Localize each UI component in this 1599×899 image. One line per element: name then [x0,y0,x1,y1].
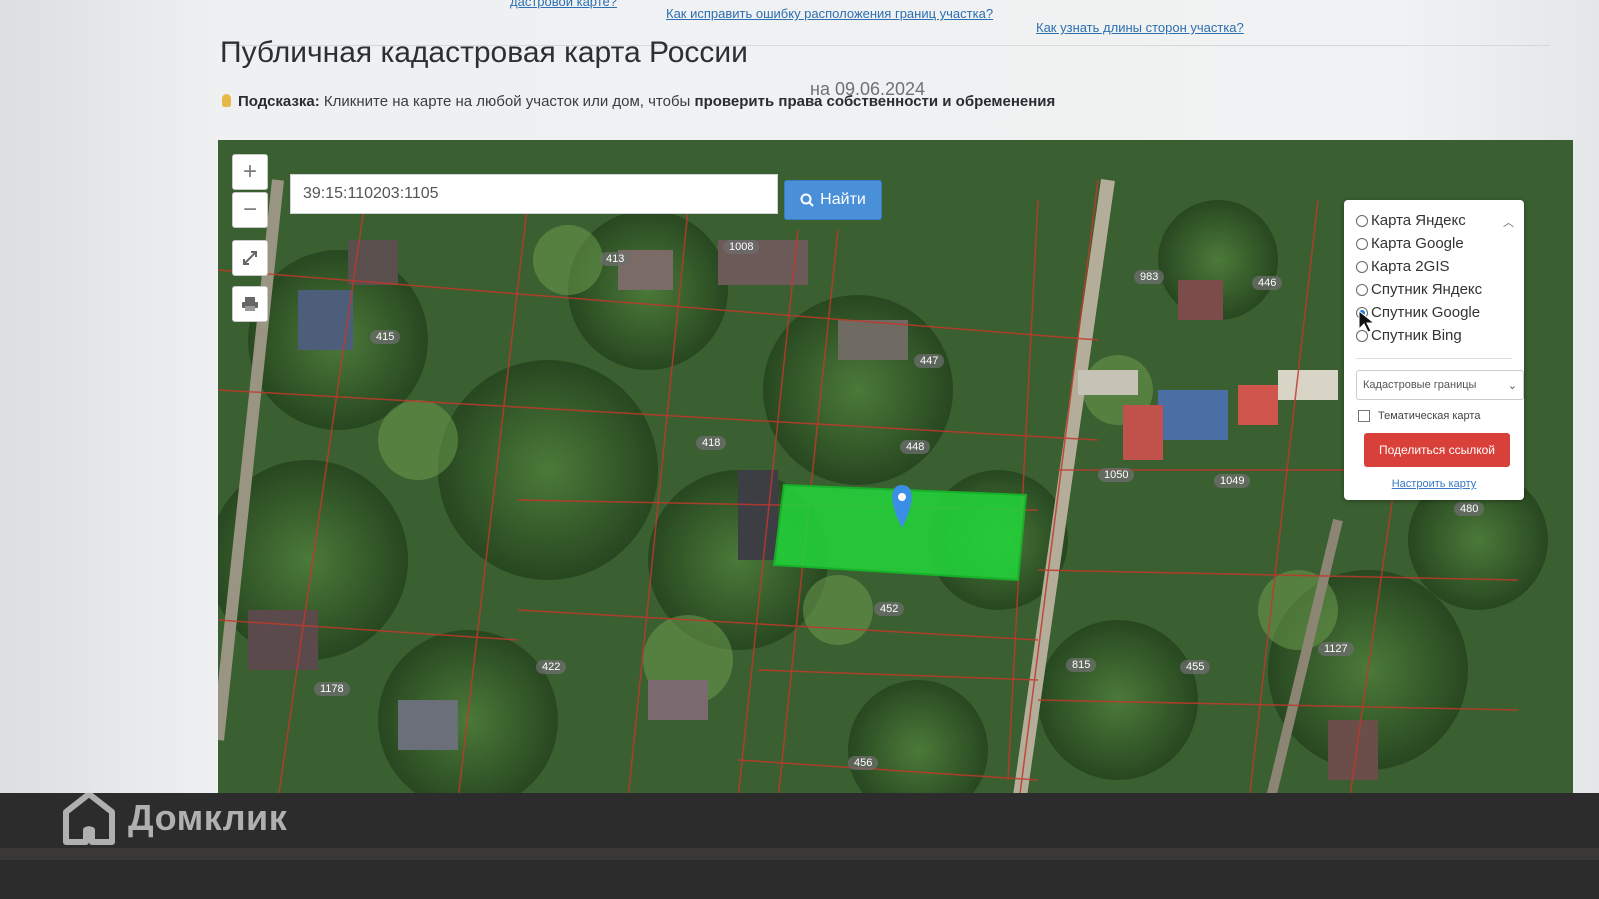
domclick-watermark: Домклик [62,790,287,846]
layer-option-label: Карта Яндекс [1371,212,1466,229]
layer-option-label: Спутник Bing [1371,327,1462,344]
layer-option-yandex-satellite[interactable]: Спутник Яндекс [1356,281,1482,298]
search-button-label: Найти [820,191,866,208]
cadastral-search-input[interactable] [290,174,778,214]
zoom-out-button[interactable]: − [232,192,268,228]
overlay-select[interactable]: Кадастровые границы ⌄ [1356,370,1524,400]
hint: Подсказка: Кликните на карте на любой уч… [222,93,1055,110]
thematic-map-label: Тематическая карта [1378,410,1481,422]
search-icon [800,193,814,207]
hint-text: Кликните на карте на любой участок или д… [323,93,691,110]
lot-label: 1050 [1098,468,1135,482]
lot-label: 983 [1134,270,1165,284]
radio-icon[interactable] [1356,237,1368,250]
lot-label: 446 [1252,276,1283,290]
mouse-cursor-icon [1358,310,1376,333]
zoom-in-button[interactable]: + [232,154,268,190]
divider [1356,358,1512,359]
layer-option-label: Спутник Яндекс [1371,281,1483,298]
lot-label: 447 [914,354,945,368]
help-link-fix-boundary[interactable]: Как исправить ошибку расположения границ… [666,6,993,21]
lot-label: 413 [600,252,631,266]
radio-icon[interactable] [1356,260,1368,273]
lot-label: 452 [874,602,905,616]
checkbox[interactable] [1358,410,1370,422]
lot-label: 415 [370,330,401,344]
radio-icon[interactable] [1356,214,1368,227]
brand-name: Домклик [128,797,288,838]
chevron-up-icon[interactable]: ︿ [1503,214,1514,230]
house-logo-icon [63,791,115,845]
layer-option-2gis-map[interactable]: Карта 2GIS [1356,258,1450,275]
layer-option-label: Карта 2GIS [1371,258,1450,275]
lot-label: 422 [536,660,567,674]
lot-label: 815 [1066,658,1097,672]
help-link-cadastral[interactable]: дастровой карте? [510,0,617,9]
lot-label: 1049 [1214,474,1251,488]
lot-label: 418 [696,436,727,450]
lot-label: 455 [1180,660,1211,674]
lot-label: 480 [1454,502,1485,516]
lot-label: 1178 [314,682,350,696]
fullscreen-button[interactable] [232,240,268,276]
page-title: Публичная кадастровая карта России [220,36,748,69]
hint-label: Подсказка: [238,93,320,110]
chevron-down-icon: ⌄ [1507,379,1517,392]
print-button[interactable] [232,286,268,322]
lightbulb-icon [222,94,231,107]
hint-bold-text: проверить права собственности и обремене… [694,93,1056,110]
help-link-side-lengths[interactable]: Как узнать длины сторон участка? [1036,20,1244,35]
layer-option-yandex-map[interactable]: Карта Яндекс [1356,212,1466,229]
lot-label: 1008 [723,240,760,254]
share-link-button[interactable]: Поделиться ссылкой [1364,433,1510,467]
search-button[interactable]: Найти [784,180,882,220]
layer-option-google-map[interactable]: Карта Google [1356,235,1464,252]
printer-icon [242,297,258,311]
overlay-select-value: Кадастровые границы [1363,379,1477,391]
layer-option-label: Спутник Google [1371,304,1481,321]
configure-map-link[interactable]: Настроить карту [1344,478,1524,490]
layers-panel: ︿ Карта Яндекс Карта Google Карта 2GIS С… [1344,200,1524,500]
layer-option-label: Карта Google [1371,235,1464,252]
cadastral-map[interactable]: 1008 413 415 447 448 418 452 422 1178 45… [218,140,1573,810]
expand-icon [243,251,257,265]
lot-label: 456 [848,756,879,770]
radio-icon[interactable] [1356,283,1368,296]
lot-label: 1127 [1318,642,1354,656]
lot-label: 448 [900,440,931,454]
thematic-map-toggle[interactable]: Тематическая карта [1358,410,1480,422]
